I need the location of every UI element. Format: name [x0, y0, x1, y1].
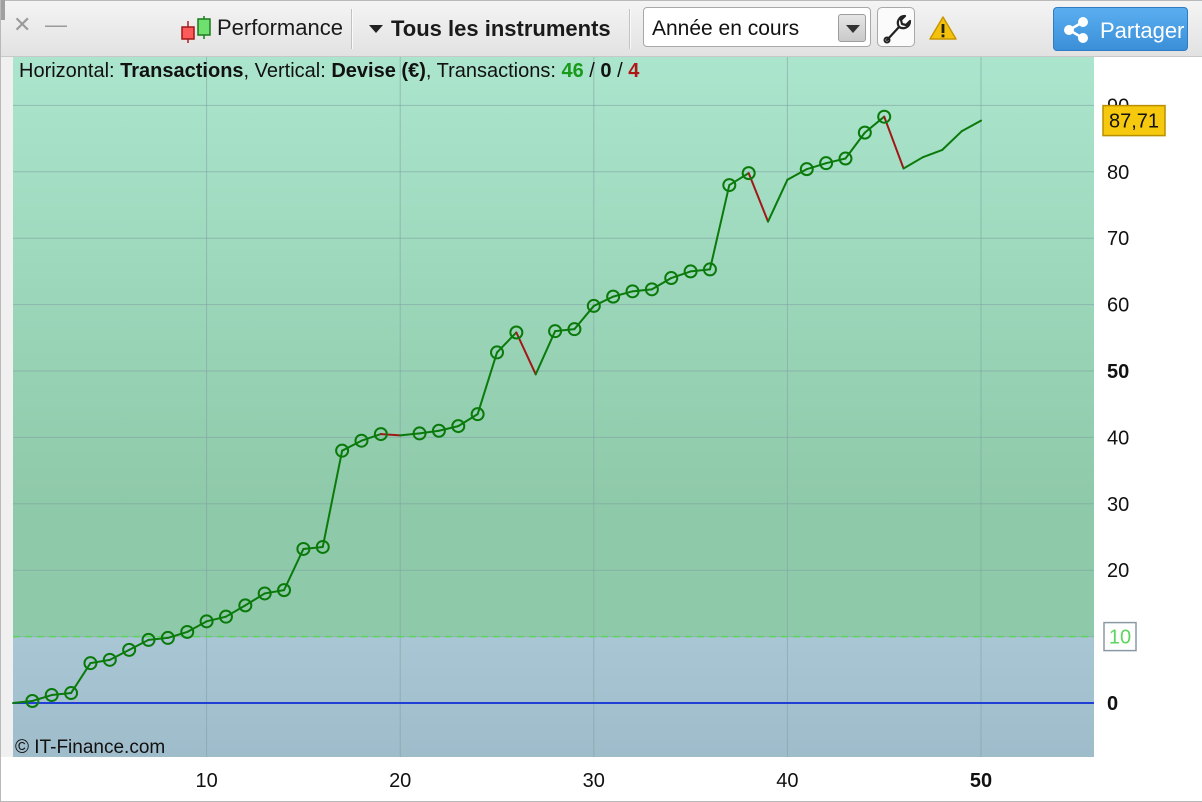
- chevron-down-icon[interactable]: [838, 14, 866, 42]
- toolbar-separator: [629, 9, 631, 49]
- warning-icon[interactable]: [929, 15, 957, 41]
- header-transactions-label: , Transactions:: [426, 60, 562, 82]
- plot-background-upper: [13, 57, 1094, 637]
- x-tick-label: 40: [776, 770, 798, 792]
- header-transactions-even: 0: [600, 60, 611, 82]
- y-tick-label: 20: [1107, 560, 1129, 582]
- wrench-icon: [883, 14, 912, 44]
- x-tick-label: 50: [970, 770, 992, 792]
- performance-chart[interactable]: 02030405060708090 1020304050 10 87,71 Ho…: [1, 57, 1202, 801]
- y-tick-label: 70: [1107, 228, 1129, 250]
- settings-button[interactable]: [877, 7, 915, 47]
- threshold-badge-label: 10: [1109, 627, 1131, 649]
- header-transactions-losses: 4: [628, 60, 640, 82]
- header-vertical-label: , Vertical:: [244, 60, 332, 82]
- losing-segment: [379, 433, 402, 437]
- toolbar-separator: [351, 9, 353, 49]
- header-separator: /: [584, 60, 601, 82]
- candlestick-icon[interactable]: [179, 15, 213, 45]
- y-tick-label: 50: [1107, 361, 1129, 383]
- last-value-label: 87,71: [1109, 111, 1159, 133]
- share-button[interactable]: Partager: [1053, 7, 1188, 51]
- performance-menu[interactable]: Performance: [217, 15, 343, 41]
- toolbar: ✕ — Performance Tous les instruments Ann…: [1, 0, 1202, 57]
- maximize-icon[interactable]: [1, 0, 5, 20]
- y-tick-label: 0: [1107, 693, 1118, 715]
- header-horizontal-label: Horizontal:: [19, 60, 120, 82]
- threshold-badge: 10: [1103, 621, 1137, 652]
- minimize-icon[interactable]: —: [45, 13, 67, 37]
- x-tick-label: 10: [195, 770, 217, 792]
- close-icon[interactable]: ✕: [13, 13, 31, 37]
- y-tick-label: 30: [1107, 494, 1129, 516]
- header-vertical-value: Devise (€): [331, 60, 426, 82]
- y-tick-label: 40: [1107, 427, 1129, 449]
- chart-header: Horizontal: Transactions, Vertical: Devi…: [19, 60, 640, 82]
- y-tick-label: 80: [1107, 162, 1129, 184]
- x-axis-panel: [1, 757, 1094, 801]
- x-tick-label: 30: [583, 770, 605, 792]
- copyright-label: © IT-Finance.com: [15, 737, 165, 758]
- dropdown-arrow-icon[interactable]: [369, 25, 383, 33]
- period-select[interactable]: Année en cours: [643, 7, 871, 47]
- share-icon: [1064, 17, 1088, 43]
- header-transactions-wins: 46: [561, 60, 583, 82]
- header-separator: /: [612, 60, 629, 82]
- plot-background-lower: [13, 636, 1094, 757]
- y-tick-label: 60: [1107, 295, 1129, 317]
- app-window: ✕ — Performance Tous les instruments Ann…: [0, 0, 1202, 802]
- period-select-value: Année en cours: [652, 17, 800, 40]
- share-label: Partager: [1100, 18, 1185, 43]
- instruments-dropdown[interactable]: Tous les instruments: [391, 16, 611, 42]
- x-tick-label: 20: [389, 770, 411, 792]
- last-value-badge: 87,71: [1102, 104, 1166, 137]
- header-horizontal-value: Transactions: [120, 60, 243, 82]
